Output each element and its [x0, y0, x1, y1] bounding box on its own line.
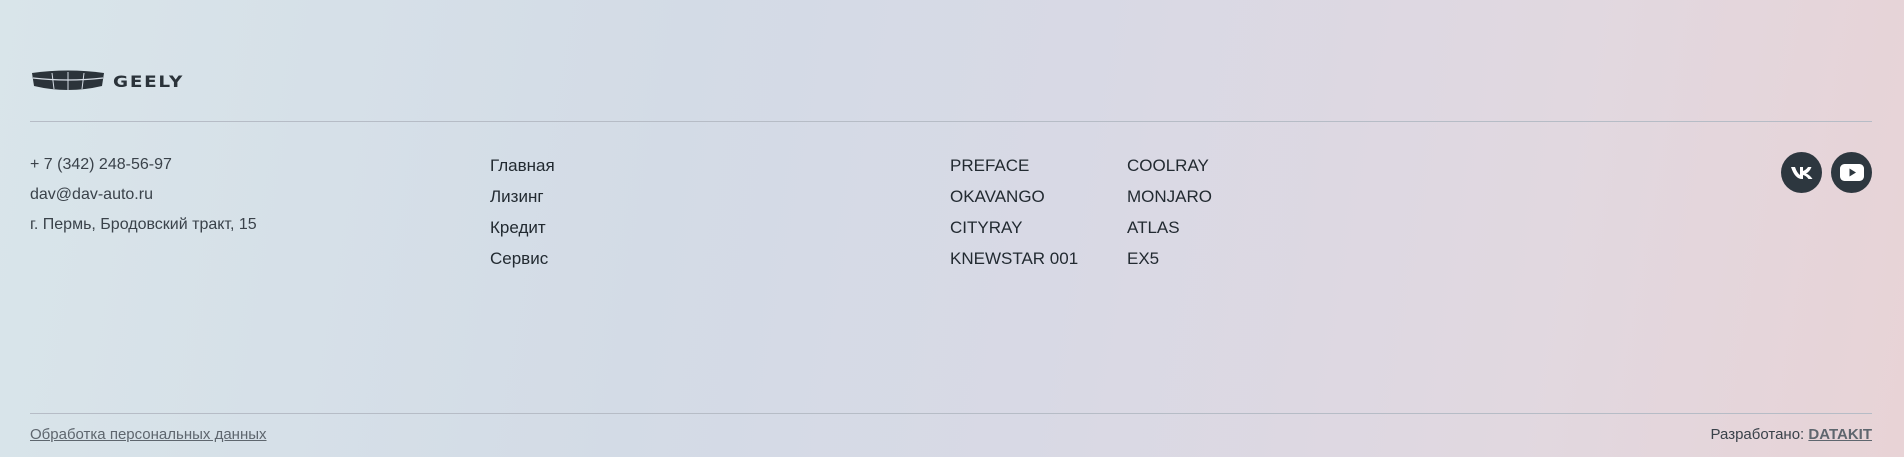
bottom-divider [30, 413, 1872, 414]
models-column-1: PREFACE OKAVANGO CITYRAY KNEWSTAR 001 [950, 150, 1078, 274]
nav-link-home[interactable]: Главная [490, 150, 555, 181]
contact-phone[interactable]: + 7 (342) 248-56-97 [30, 150, 257, 180]
social-links [1781, 152, 1872, 193]
vk-icon [1790, 166, 1812, 179]
developer-link[interactable]: DATAKIT [1808, 426, 1872, 443]
nav-link-service[interactable]: Сервис [490, 243, 555, 274]
developed-by-label: Разработано: [1710, 426, 1805, 443]
vk-button[interactable] [1781, 152, 1822, 193]
footer-nav: Главная Лизинг Кредит Сервис [490, 150, 555, 274]
model-link-atlas[interactable]: ATLAS [1127, 212, 1212, 243]
contact-email[interactable]: dav@dav-auto.ru [30, 180, 257, 210]
nav-link-credit[interactable]: Кредит [490, 212, 555, 243]
top-divider [30, 121, 1872, 122]
site-footer: GEELY + 7 (342) 248-56-97 dav@dav-auto.r… [0, 0, 1904, 457]
model-link-ex5[interactable]: EX5 [1127, 243, 1212, 274]
logo-text: GEELY [113, 71, 185, 91]
developer-credits: Разработано: DATAKIT [1711, 426, 1872, 443]
contacts-block: + 7 (342) 248-56-97 dav@dav-auto.ru г. П… [30, 150, 257, 240]
model-link-monjaro[interactable]: MONJARO [1127, 181, 1212, 212]
youtube-icon [1839, 164, 1864, 181]
privacy-policy-link[interactable]: Обработка персональных данных [30, 426, 267, 443]
models-column-2: COOLRAY MONJARO ATLAS EX5 [1127, 150, 1212, 274]
model-link-preface[interactable]: PREFACE [950, 150, 1078, 181]
nav-link-leasing[interactable]: Лизинг [490, 181, 555, 212]
youtube-button[interactable] [1831, 152, 1872, 193]
contact-address: г. Пермь, Бродовский тракт, 15 [30, 216, 257, 233]
model-link-knewstar-001[interactable]: KNEWSTAR 001 [950, 243, 1078, 274]
geely-grille-icon [32, 70, 104, 90]
model-link-cityray[interactable]: CITYRAY [950, 212, 1078, 243]
geely-logo[interactable]: GEELY [30, 69, 182, 93]
model-link-coolray[interactable]: COOLRAY [1127, 150, 1212, 181]
model-link-okavango[interactable]: OKAVANGO [950, 181, 1078, 212]
